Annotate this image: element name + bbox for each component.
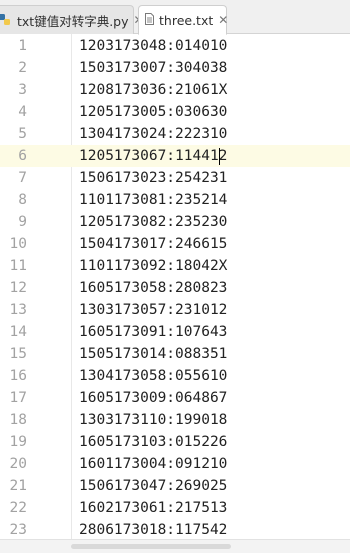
line-text[interactable]: 1605173103:015226 — [79, 434, 227, 450]
editor-line[interactable]: 18 1303173110:199018 — [0, 409, 350, 431]
editor-line[interactable]: 11 1101173092:18042X — [0, 255, 350, 277]
line-text[interactable]: 2806173018:117542 — [79, 522, 227, 538]
tab-label: three.txt — [159, 12, 214, 28]
line-text[interactable]: 1205173067:114412 — [79, 148, 227, 164]
text-cursor — [218, 148, 220, 165]
horizontal-scrollbar[interactable] — [0, 539, 350, 553]
editor-line[interactable]: 6 1205173067:114412 — [0, 145, 350, 167]
line-text[interactable]: 1205173005:030630 — [79, 104, 227, 120]
line-number: 17 — [9, 390, 27, 406]
line-number: 7 — [18, 170, 27, 186]
line-text[interactable]: 1208173036:21061X — [79, 82, 227, 98]
tab-label: txt键值对转字典.py — [17, 13, 129, 29]
line-text[interactable]: 1101173092:18042X — [79, 258, 227, 274]
line-text[interactable]: 1303173110:199018 — [79, 412, 227, 428]
line-number: 23 — [9, 522, 27, 538]
line-text[interactable]: 1602173061:217513 — [79, 500, 227, 516]
editor-line[interactable]: 21 1506173047:269025 — [0, 475, 350, 497]
line-text[interactable]: 1303173057:231012 — [79, 302, 227, 318]
line-number: 16 — [9, 368, 27, 384]
line-number: 1 — [18, 38, 27, 54]
line-number: 19 — [9, 434, 27, 450]
line-number: 18 — [9, 412, 27, 428]
editor-line[interactable]: 16 1304173058:055610 — [0, 365, 350, 387]
editor-line[interactable]: 14 1605173091:107643 — [0, 321, 350, 343]
line-text[interactable]: 1605173091:107643 — [79, 324, 227, 340]
editor-line[interactable]: 23 2806173018:117542 — [0, 519, 350, 541]
text-file-icon — [145, 12, 154, 28]
editor-line[interactable]: 10 1504173017:246615 — [0, 233, 350, 255]
tab-bar: txt键值对转字典.py ✕ three.txt ✕ — [0, 0, 350, 35]
tab-three-txt[interactable]: three.txt ✕ — [138, 5, 228, 35]
line-text[interactable]: 1506173047:269025 — [79, 478, 227, 494]
line-text[interactable]: 1504173017:246615 — [79, 236, 227, 252]
editor-line[interactable]: 7 1506173023:254231 — [0, 167, 350, 189]
editor-line[interactable]: 2 1503173007:304038 — [0, 57, 350, 79]
line-number: 5 — [18, 126, 27, 142]
editor-line[interactable]: 12 1605173058:280823 — [0, 277, 350, 299]
line-number: 20 — [9, 456, 27, 472]
editor-line[interactable]: 8 1101173081:235214 — [0, 189, 350, 211]
line-number: 8 — [18, 192, 27, 208]
line-number: 2 — [18, 60, 27, 76]
line-number: 10 — [9, 236, 27, 252]
line-number: 21 — [9, 478, 27, 494]
line-text[interactable]: 1304173058:055610 — [79, 368, 227, 384]
line-number: 13 — [9, 302, 27, 318]
python-file-icon — [0, 13, 12, 28]
editor-line[interactable]: 1 1203173048:014010 — [0, 35, 350, 57]
editor-line[interactable]: 20 1601173004:091210 — [0, 453, 350, 475]
line-text[interactable]: 1605173009:064867 — [79, 390, 227, 406]
editor-line[interactable]: 17 1605173009:064867 — [0, 387, 350, 409]
editor-line[interactable]: 9 1205173082:235230 — [0, 211, 350, 233]
line-text[interactable]: 1506173023:254231 — [79, 170, 227, 186]
line-number: 3 — [18, 82, 27, 98]
editor-line[interactable]: 5 1304173024:222310 — [0, 123, 350, 145]
line-number: 6 — [18, 148, 27, 164]
line-number: 11 — [9, 258, 27, 274]
line-number: 14 — [9, 324, 27, 340]
close-icon[interactable]: ✕ — [218, 13, 228, 27]
editor-line[interactable]: 13 1303173057:231012 — [0, 299, 350, 321]
line-text[interactable]: 1203173048:014010 — [79, 38, 227, 54]
line-text[interactable]: 1503173007:304038 — [79, 60, 227, 76]
line-text[interactable]: 1605173058:280823 — [79, 280, 227, 296]
line-text[interactable]: 1304173024:222310 — [79, 126, 227, 142]
editor-line[interactable]: 3 1208173036:21061X — [0, 79, 350, 101]
line-number: 9 — [18, 214, 27, 230]
line-number: 4 — [18, 104, 27, 120]
line-text[interactable]: 1505173014:088351 — [79, 346, 227, 362]
editor-line[interactable]: 22 1602173061:217513 — [0, 497, 350, 519]
scrollbar-thumb[interactable] — [71, 544, 231, 549]
line-number: 22 — [9, 500, 27, 516]
line-number: 15 — [9, 346, 27, 362]
text-editor[interactable]: 1 1203173048:014010 2 1503173007:304038 3 120… — [0, 34, 350, 553]
line-number: 12 — [9, 280, 27, 296]
editor-line[interactable]: 19 1605173103:015226 — [0, 431, 350, 453]
line-text[interactable]: 1101173081:235214 — [79, 192, 227, 208]
tab-python-file[interactable]: txt键值对转字典.py ✕ — [0, 5, 144, 34]
line-text[interactable]: 1205173082:235230 — [79, 214, 227, 230]
line-text[interactable]: 1601173004:091210 — [79, 456, 227, 472]
editor-line[interactable]: 15 1505173014:088351 — [0, 343, 350, 365]
editor-line[interactable]: 4 1205173005:030630 — [0, 101, 350, 123]
